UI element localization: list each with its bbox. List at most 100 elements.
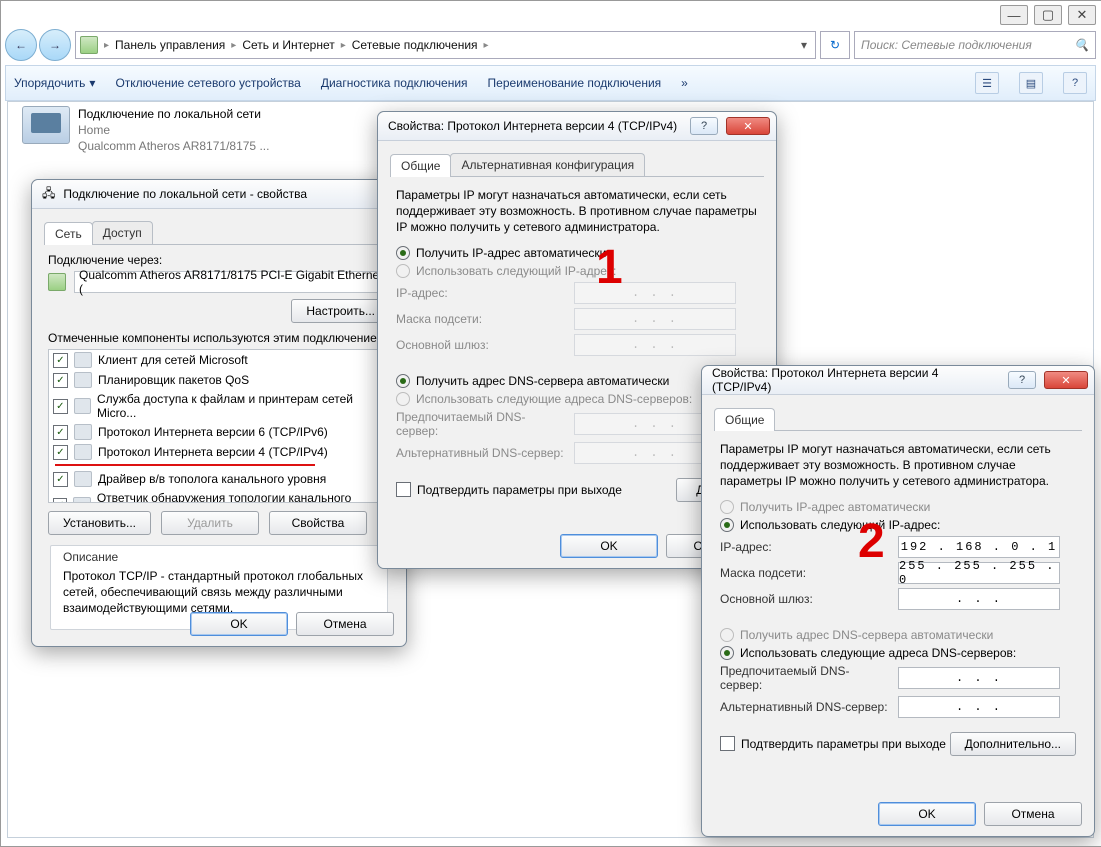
breadcrumb-network-connections[interactable]: Сетевые подключения xyxy=(352,38,478,52)
help-button[interactable]: ? xyxy=(1063,72,1087,94)
adapter-item[interactable]: Подключение по локальной сети Home Qualc… xyxy=(22,106,332,155)
preview-pane-button[interactable]: ▤ xyxy=(1019,72,1043,94)
radio-manual-ip[interactable]: Использовать следующий IP-адрес: xyxy=(720,518,1076,532)
checkbox[interactable]: ✓ xyxy=(53,353,68,368)
nav-forward-button[interactable]: → xyxy=(39,29,71,61)
list-item[interactable]: ✓ Планировщик пакетов QoS xyxy=(49,370,389,390)
ok-button[interactable]: OK xyxy=(878,802,976,826)
checkbox[interactable]: ✓ xyxy=(53,425,68,440)
list-item[interactable]: ✓Служба доступа к файлам и принтерам сет… xyxy=(49,390,389,422)
component-properties-button[interactable]: Свойства xyxy=(269,511,367,535)
breadcrumb-control-panel[interactable]: Панель управления xyxy=(115,38,225,52)
validate-checkbox[interactable] xyxy=(396,482,411,497)
radio-label: Получить адрес DNS-сервера автоматически xyxy=(416,374,669,388)
tab-sharing[interactable]: Доступ xyxy=(92,221,153,244)
window-close-button[interactable]: ✕ xyxy=(1068,5,1096,25)
gateway-label: Основной шлюз: xyxy=(720,592,890,606)
breadcrumb-network-internet[interactable]: Сеть и Интернет xyxy=(242,38,334,52)
list-item[interactable]: ✓ Драйвер в/в тополога канального уровня xyxy=(49,469,389,489)
radio-auto-ip[interactable]: Получить IP-адрес автоматически xyxy=(720,500,1076,514)
install-button[interactable]: Установить... xyxy=(48,511,151,535)
ip-input[interactable]: 192 . 168 . 0 . 1 xyxy=(898,536,1060,558)
gateway-input[interactable]: . . . xyxy=(898,588,1060,610)
configure-button[interactable]: Настроить... xyxy=(291,299,390,323)
checkbox[interactable]: ✓ xyxy=(53,472,68,487)
network-adapter-icon xyxy=(22,106,70,144)
dns1-input[interactable]: . . . xyxy=(898,667,1060,689)
remove-button[interactable]: Удалить xyxy=(161,511,259,535)
nic-icon xyxy=(48,273,66,291)
help-button[interactable]: ? xyxy=(1008,371,1036,389)
radio-dot-icon xyxy=(396,392,410,406)
breadcrumb[interactable]: ▸ Панель управления ▸ Сеть и Интернет ▸ … xyxy=(75,31,816,59)
nic-field: Qualcomm Atheros AR8171/8175 PCI-E Gigab… xyxy=(74,271,390,293)
nav-back-button[interactable]: ← xyxy=(5,29,37,61)
toolbar-rename[interactable]: Переименование подключения xyxy=(488,76,662,90)
checkbox[interactable]: ✓ xyxy=(53,399,68,414)
window-minimize-button[interactable]: — xyxy=(1000,5,1028,25)
cancel-button[interactable]: Отмена xyxy=(984,802,1082,826)
intro-text: Параметры IP могут назначаться автоматич… xyxy=(712,439,1084,490)
radio-label: Получить IP-адрес автоматически xyxy=(740,500,930,514)
refresh-button[interactable]: ↻ xyxy=(820,31,850,59)
components-list[interactable]: ✓ Клиент для сетей Microsoft ✓ Планировщик… xyxy=(48,349,390,503)
radio-dot-icon xyxy=(396,374,410,388)
ipv4-properties-window-2: Свойства: Протокол Интернета версии 4 (T… xyxy=(701,365,1095,837)
toolbar-organize[interactable]: Упорядочить▾ xyxy=(14,76,95,90)
checkbox[interactable]: ✓ xyxy=(53,498,67,504)
cancel-button[interactable]: Отмена xyxy=(296,612,394,636)
list-item[interactable]: ✓Протокол Интернета версии 6 (TCP/IPv6) xyxy=(49,422,389,442)
radio-label: Использовать следующий IP-адрес: xyxy=(416,264,616,278)
radio-manual-dns[interactable]: Использовать следующие адреса DNS-сервер… xyxy=(720,646,1076,660)
list-item-label: Ответчик обнаружения топологии канальног… xyxy=(97,491,385,503)
radio-auto-ip[interactable]: Получить IP-адрес автоматически xyxy=(396,246,758,260)
adapter-name: Подключение по локальной сети xyxy=(78,106,269,122)
toolbar-diagnose[interactable]: Диагностика подключения xyxy=(321,76,468,90)
ok-button[interactable]: OK xyxy=(190,612,288,636)
search-input[interactable]: Поиск: Сетевые подключения 🔍 xyxy=(854,31,1096,59)
mask-input[interactable]: 255 . 255 . 255 . 0 xyxy=(898,562,1060,584)
radio-manual-ip[interactable]: Использовать следующий IP-адрес: xyxy=(396,264,758,278)
close-button[interactable]: ✕ xyxy=(1044,371,1088,389)
list-item[interactable]: ✓ Ответчик обнаружения топологии канально… xyxy=(49,489,389,503)
view-options-button[interactable]: ☰ xyxy=(975,72,999,94)
dns2-input[interactable]: . . . xyxy=(898,696,1060,718)
checkbox[interactable]: ✓ xyxy=(53,373,68,388)
component-icon xyxy=(74,424,92,440)
radio-dot-icon xyxy=(396,264,410,278)
tab-alternate[interactable]: Альтернативная конфигурация xyxy=(450,153,645,176)
ok-button[interactable]: OK xyxy=(560,534,658,558)
toolbar-disable-device[interactable]: Отключение сетевого устройства xyxy=(115,76,300,90)
toolbar-overflow[interactable]: » xyxy=(681,76,688,90)
breadcrumb-icon xyxy=(80,36,98,54)
toolbar: Упорядочить▾ Отключение сетевого устройс… xyxy=(5,65,1096,101)
dns2-label: Альтернативный DNS-сервер: xyxy=(396,446,566,460)
tabs: Сеть Доступ xyxy=(44,221,394,245)
annotation-1: 1 xyxy=(596,240,623,295)
validate-label: Подтвердить параметры при выходе xyxy=(741,737,946,751)
window-title: Свойства: Протокол Интернета версии 4 (T… xyxy=(712,366,1000,394)
search-icon: 🔍 xyxy=(1074,38,1089,52)
validate-checkbox[interactable] xyxy=(720,736,735,751)
tab-general[interactable]: Общие xyxy=(390,154,451,177)
list-item-label: Драйвер в/в тополога канального уровня xyxy=(98,472,326,486)
advanced-button[interactable]: Дополнительно... xyxy=(950,732,1076,756)
window-title: Подключение по локальной сети - свойства xyxy=(63,187,400,201)
mask-label: Маска подсети: xyxy=(396,312,566,326)
help-button[interactable]: ? xyxy=(690,117,718,135)
list-item-label: Протокол Интернета версии 4 (TCP/IPv4) xyxy=(98,445,328,459)
list-item-ipv4[interactable]: ✓ Протокол Интернета версии 4 (TCP/IPv4) xyxy=(49,442,389,462)
checkbox[interactable]: ✓ xyxy=(53,445,68,460)
list-item-label: Планировщик пакетов QoS xyxy=(98,373,249,387)
window-maximize-button[interactable]: ▢ xyxy=(1034,5,1062,25)
tab-general[interactable]: Общие xyxy=(714,408,775,431)
mask-input: . . . xyxy=(574,308,736,330)
radio-dot-icon xyxy=(720,628,734,642)
close-button[interactable]: ✕ xyxy=(726,117,770,135)
list-item[interactable]: ✓ Клиент для сетей Microsoft xyxy=(49,350,389,370)
ip-label: IP-адрес: xyxy=(396,286,566,300)
tab-network[interactable]: Сеть xyxy=(44,222,93,245)
description-heading: Описание xyxy=(63,550,375,564)
breadcrumb-dropdown[interactable]: ▾ xyxy=(797,38,811,52)
list-item-label: Клиент для сетей Microsoft xyxy=(98,353,248,367)
